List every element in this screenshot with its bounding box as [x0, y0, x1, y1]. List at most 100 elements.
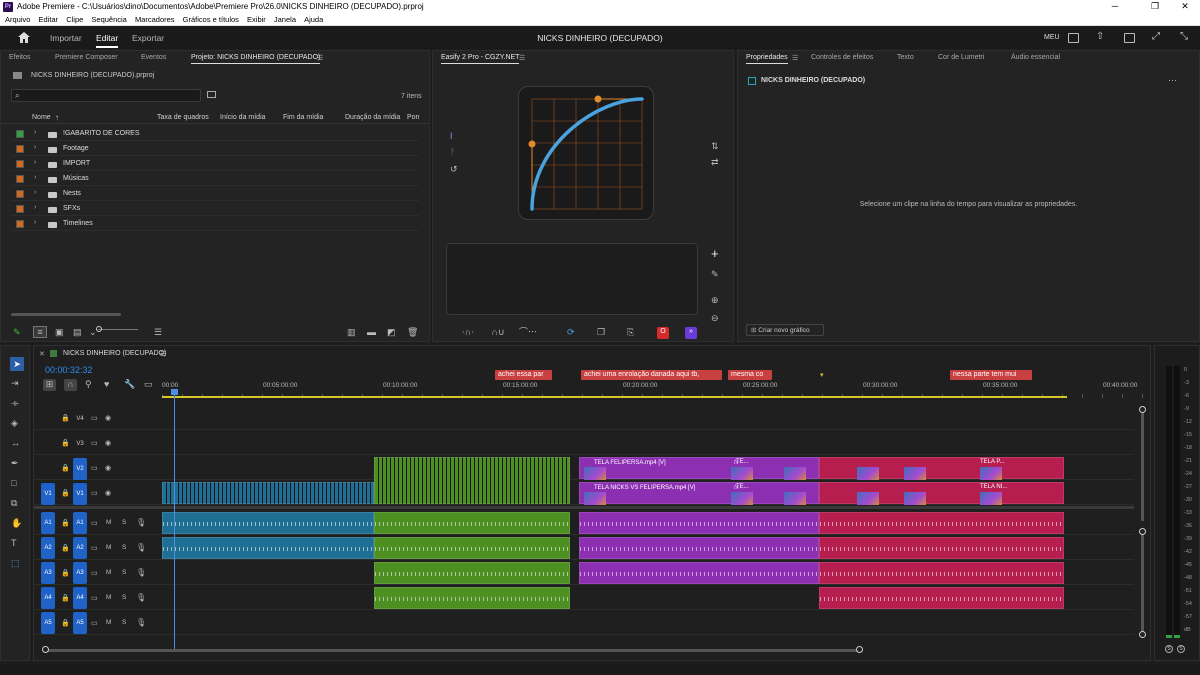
easing-curve-editor[interactable]: [518, 86, 654, 220]
track-target-v1[interactable]: V1: [73, 483, 87, 505]
solo-button[interactable]: S: [122, 544, 126, 551]
text-cursor-icon[interactable]: I: [450, 131, 453, 141]
tab-efeitos[interactable]: Efeitos: [9, 54, 30, 61]
list-item[interactable]: › Timelines: [11, 217, 419, 231]
video-clip[interactable]: [162, 482, 374, 504]
scroll-handle-left[interactable]: [42, 646, 49, 653]
minimize-button[interactable]: ─: [1100, 1, 1130, 11]
menu-exibir[interactable]: Exibir: [247, 15, 266, 24]
mute-button[interactable]: M: [106, 544, 111, 551]
chevron-right-icon[interactable]: ›: [34, 129, 36, 136]
lock-icon[interactable]: 🔒: [61, 594, 70, 602]
swap-horizontal-icon[interactable]: ⇄: [711, 157, 719, 167]
audio-clip[interactable]: [374, 512, 570, 534]
close-button[interactable]: ✕: [1170, 1, 1200, 12]
video-audio-divider[interactable]: [34, 506, 1134, 509]
audio-clip[interactable]: [374, 562, 570, 584]
maximize-button[interactable]: ❐: [1140, 1, 1170, 12]
track-target-a5[interactable]: A5: [73, 612, 87, 634]
video-clip[interactable]: [374, 457, 570, 504]
solo-button[interactable]: S: [122, 569, 126, 576]
meter-solo-left[interactable]: S: [1165, 645, 1173, 653]
lock-icon[interactable]: 🔒: [61, 544, 70, 552]
mute-button[interactable]: M: [106, 569, 111, 576]
audio-clip[interactable]: [819, 562, 1064, 584]
bin-name[interactable]: Nests: [63, 190, 81, 197]
add-marker-icon[interactable]: ♥: [104, 379, 109, 389]
col-nome[interactable]: Nome: [32, 114, 51, 121]
sync-lock-icon[interactable]: ▭: [91, 414, 98, 422]
source-patch-v1[interactable]: V1: [41, 483, 55, 505]
swap-vertical-icon[interactable]: ⇅: [711, 141, 719, 151]
microphone-icon[interactable]: 🎙: [136, 593, 146, 602]
track-target-v3[interactable]: V3: [73, 433, 87, 455]
sync-lock-icon[interactable]: ▭: [91, 619, 98, 627]
lock-icon[interactable]: 🔒: [61, 569, 70, 577]
audio-clip[interactable]: [374, 587, 570, 609]
add-preset-icon[interactable]: +: [711, 247, 719, 260]
tab-propriedades[interactable]: Propriedades: [746, 54, 788, 64]
ease-inout-icon[interactable]: ⌒⋯: [517, 327, 539, 337]
source-patch-a2[interactable]: A2: [41, 537, 55, 559]
lock-icon[interactable]: 🔒: [61, 489, 70, 497]
audio-vertical-scrollbar[interactable]: [1141, 532, 1144, 637]
tab-easify[interactable]: Easify 2 Pro - CGZY.NET: [441, 54, 520, 64]
sync-lock-icon[interactable]: ▭: [91, 544, 98, 552]
timeline-horizontal-scrollbar[interactable]: [44, 649, 862, 652]
trash-icon[interactable]: 🗑: [407, 327, 418, 337]
video-clip[interactable]: [819, 482, 1064, 504]
timeline-marker[interactable]: mesma co: [728, 370, 772, 380]
solo-button[interactable]: S: [122, 519, 126, 526]
hand-tool-icon[interactable]: ✋: [11, 518, 22, 528]
meu-label[interactable]: MEU: [1044, 34, 1060, 41]
meter-solo-right[interactable]: S: [1177, 645, 1185, 653]
settings-wrench-icon[interactable]: 🔧: [124, 379, 135, 389]
microphone-icon[interactable]: 🎙: [136, 568, 146, 577]
tab-lumetri[interactable]: Cor de Lumetri: [938, 54, 984, 61]
audio-clip[interactable]: [579, 562, 819, 584]
fullscreen-icon[interactable]: ⤢: [1152, 31, 1163, 42]
captions-icon[interactable]: ▭: [144, 379, 153, 389]
scroll-handle-right[interactable]: [856, 646, 863, 653]
expand-icon[interactable]: ⤡: [1180, 31, 1191, 42]
track-target-v2[interactable]: V2: [73, 458, 87, 480]
track-target-v4[interactable]: V4: [73, 408, 87, 430]
list-item[interactable]: › Nests: [11, 187, 419, 201]
search-input[interactable]: ⌕: [11, 89, 201, 102]
audio-clip[interactable]: [579, 537, 819, 559]
menu-ajuda[interactable]: Ajuda: [304, 15, 323, 24]
list-item[interactable]: › IMPORT: [11, 157, 419, 171]
reset-icon[interactable]: ↺: [450, 164, 458, 174]
panel-menu-icon[interactable]: ☰: [792, 54, 798, 62]
menu-arquivo[interactable]: Arquivo: [5, 15, 30, 24]
office-icon[interactable]: O: [657, 327, 669, 339]
copy-icon[interactable]: ❐: [597, 327, 605, 337]
close-sequence-icon[interactable]: ✕: [39, 350, 45, 358]
video-clip[interactable]: TELA NICKS VS FELIPERSA.mp4 [V]: [579, 482, 819, 504]
sync-lock-icon[interactable]: ▭: [91, 594, 98, 602]
quick-export-icon[interactable]: [1124, 33, 1135, 43]
tab-texto[interactable]: Texto: [897, 54, 914, 61]
sync-lock-icon[interactable]: ▭: [91, 439, 98, 447]
marker-icon[interactable]: ▾: [820, 371, 824, 379]
chevron-right-icon[interactable]: ›: [34, 144, 36, 151]
mute-button[interactable]: M: [106, 594, 111, 601]
workspaces-icon[interactable]: [1068, 33, 1079, 43]
playhead-timecode[interactable]: 00:00:32:32: [45, 365, 93, 375]
eye-icon[interactable]: ◉: [105, 414, 111, 422]
panel-menu-icon[interactable]: ☰: [317, 54, 323, 62]
ripple-edit-icon[interactable]: ⟛: [11, 398, 19, 408]
playhead-handle[interactable]: [171, 389, 178, 395]
bin-name[interactable]: !GABARITO DE CORES: [63, 130, 140, 137]
timeline-marker[interactable]: achei essa par: [495, 370, 552, 380]
microphone-icon[interactable]: 🎙: [136, 543, 146, 552]
video-clip[interactable]: TELA FELIPERSA.mp4 [V]: [579, 457, 819, 479]
zoom-slider[interactable]: [98, 329, 138, 330]
mute-button[interactable]: M: [106, 519, 111, 526]
list-item[interactable]: › Footage: [11, 142, 419, 156]
eye-icon[interactable]: ◉: [105, 464, 111, 472]
v-scroll-handle-top[interactable]: [1139, 406, 1146, 413]
menu-marcadores[interactable]: Marcadores: [135, 15, 175, 24]
new-item-icon[interactable]: ◩: [387, 327, 396, 337]
audio-clip[interactable]: [579, 512, 819, 534]
